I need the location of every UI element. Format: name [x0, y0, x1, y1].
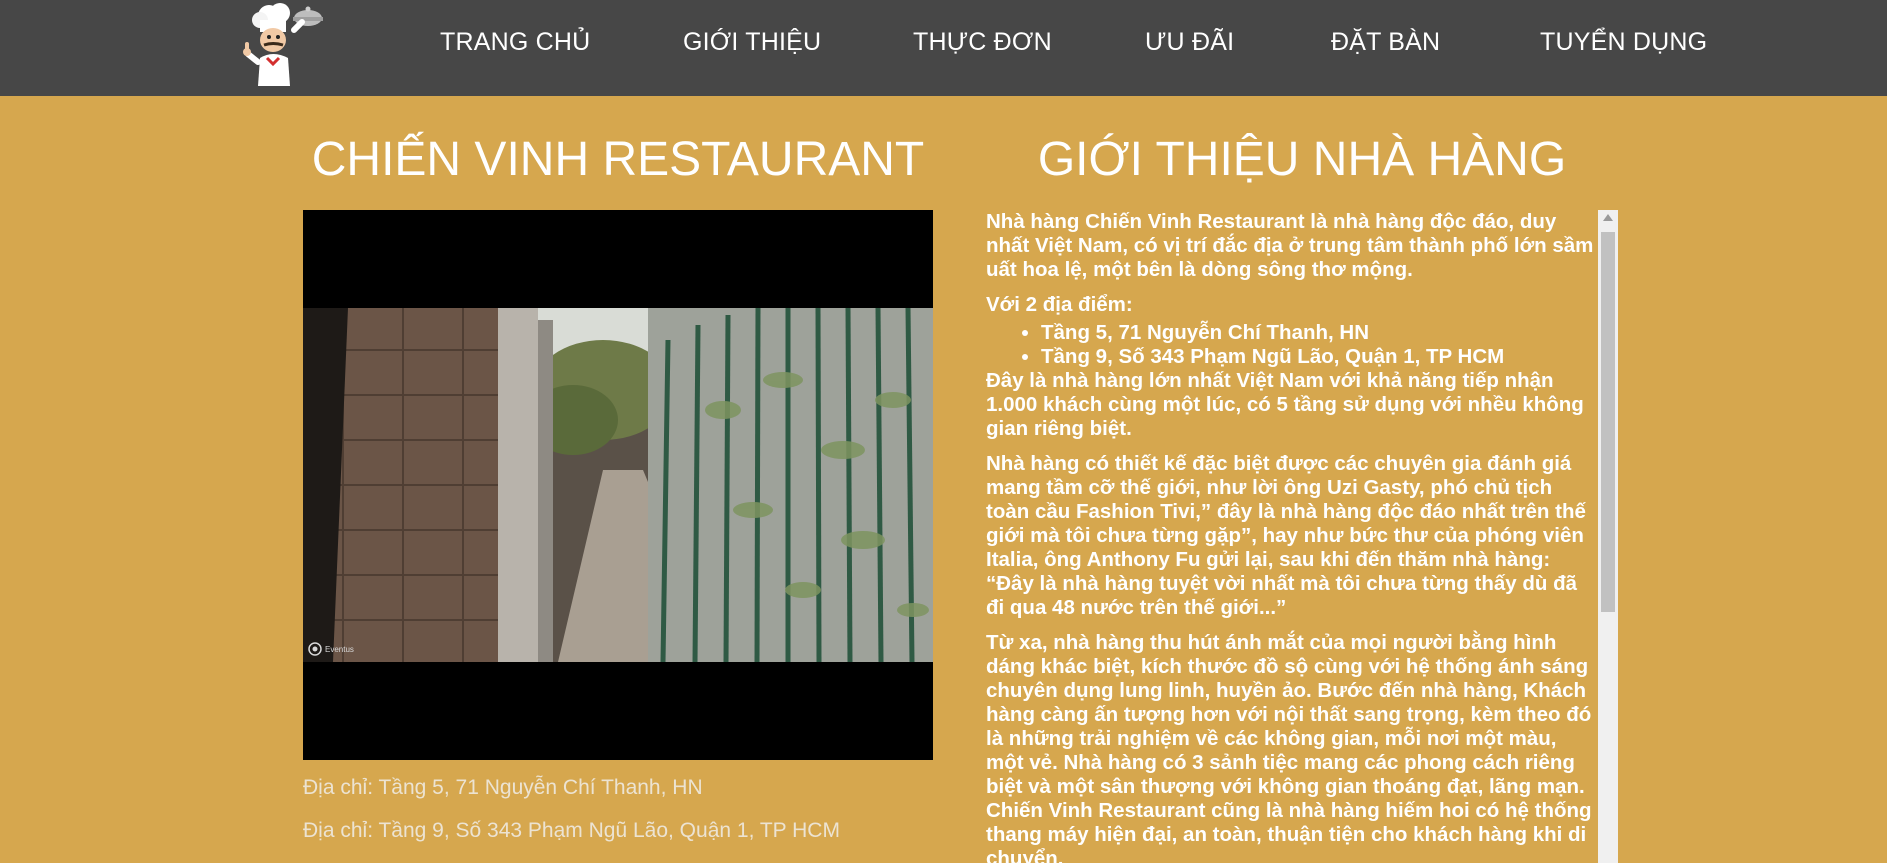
location-item: Tầng 9, Số 343 Phạm Ngũ Lão, Quận 1, TP …	[1041, 345, 1598, 369]
scroll-thumb[interactable]	[1601, 232, 1615, 612]
nav-item-thuc-don[interactable]: THỰC ĐƠN	[913, 24, 1052, 60]
intro-paragraph: Nhà hàng Chiến Vinh Restaurant là nhà hà…	[986, 210, 1594, 281]
intro-paragraph: Đây là nhà hàng lớn nhất Việt Nam với kh…	[986, 369, 1584, 440]
intro-paragraph: Với 2 địa điểm:	[986, 293, 1133, 316]
nav-item-uu-dai[interactable]: ƯU ĐÃI	[1145, 24, 1234, 60]
intro-scrollbar[interactable]	[1598, 210, 1618, 863]
intro-paragraph: Từ xa, nhà hàng thu hút ánh mắt của mọi …	[986, 631, 1592, 863]
intro-text-panel[interactable]: Nhà hàng Chiến Vinh Restaurant là nhà hà…	[986, 210, 1598, 863]
address-hanoi: Địa chỉ: Tầng 5, 71 Nguyễn Chí Thanh, HN	[303, 776, 703, 799]
restaurant-title: CHIẾN VINH RESTAURANT	[311, 133, 925, 186]
scroll-up-icon[interactable]	[1603, 214, 1613, 221]
restaurant-video[interactable]: Eventus	[303, 210, 933, 760]
video-watermark: Eventus	[325, 645, 354, 654]
location-list: Tầng 5, 71 Nguyễn Chí Thanh, HN Tầng 9, …	[986, 321, 1598, 369]
location-item: Tầng 5, 71 Nguyễn Chí Thanh, HN	[1041, 321, 1598, 345]
nav-item-trang-chu[interactable]: TRANG CHỦ	[440, 24, 590, 60]
top-navbar: TRANG CHỦ GIỚI THIỆU THỰC ĐƠN ƯU ĐÃI ĐẶT…	[0, 0, 1887, 96]
video-frame: Eventus	[303, 210, 933, 760]
intro-paragraph: Nhà hàng có thiết kế đặc biệt được các c…	[986, 452, 1586, 619]
nav-item-gioi-thieu[interactable]: GIỚI THIỆU	[683, 24, 821, 60]
address-hcm: Địa chỉ: Tầng 9, Số 343 Phạm Ngũ Lão, Qu…	[303, 819, 840, 842]
nav-item-tuyen-dung[interactable]: TUYỂN DỤNG	[1540, 24, 1707, 60]
intro-title: GIỚI THIỆU NHÀ HÀNG	[1037, 133, 1567, 186]
nav-item-dat-ban[interactable]: ĐẶT BÀN	[1331, 24, 1440, 60]
chef-logo-icon[interactable]	[236, 0, 326, 86]
